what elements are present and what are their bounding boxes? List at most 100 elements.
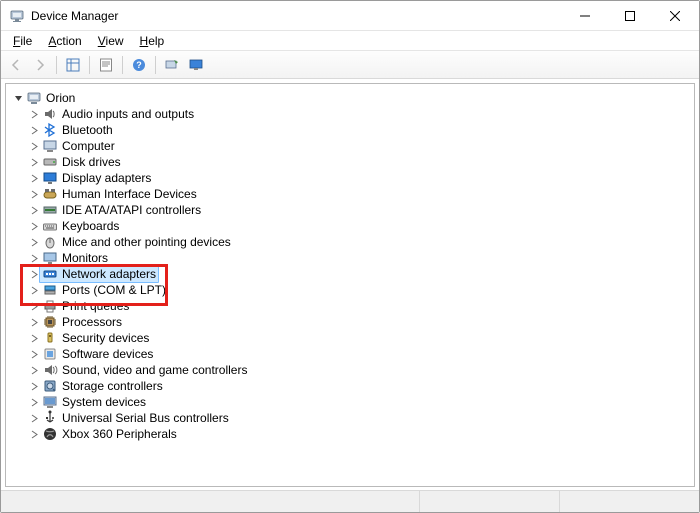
tree-item-label: Display adapters xyxy=(62,170,151,186)
toolbar-forward-button[interactable] xyxy=(29,54,51,76)
tree-item[interactable]: Bluetooth xyxy=(28,122,694,138)
toolbar-scan-button[interactable] xyxy=(161,54,183,76)
bluetooth-icon xyxy=(42,122,58,138)
hid-icon xyxy=(42,186,58,202)
disclosure-icon[interactable] xyxy=(12,92,24,104)
tree-item[interactable]: Audio inputs and outputs xyxy=(28,106,694,122)
tree-item[interactable]: Sound, video and game controllers xyxy=(28,362,694,378)
disk-icon xyxy=(42,154,58,170)
tree-item[interactable]: Computer xyxy=(28,138,694,154)
tree-item-labelwrap: Monitors xyxy=(42,250,108,266)
tree-item[interactable]: Security devices xyxy=(28,330,694,346)
usb-icon xyxy=(42,410,58,426)
keyboard-icon xyxy=(42,218,58,234)
toolbar-back-button[interactable] xyxy=(5,54,27,76)
tree-item-labelwrap: Ports (COM & LPT) xyxy=(42,282,166,298)
tree-children: Audio inputs and outputsBluetoothCompute… xyxy=(28,106,694,442)
tree-item-label: Processors xyxy=(62,314,122,330)
toolbar-separator xyxy=(155,56,156,74)
tree-item[interactable]: Network adapters xyxy=(28,266,694,282)
menu-view[interactable]: View xyxy=(90,32,132,50)
chevron-right-icon[interactable] xyxy=(28,412,40,424)
chevron-right-icon[interactable] xyxy=(28,220,40,232)
chevron-right-icon[interactable] xyxy=(28,252,40,264)
tree-item[interactable]: Monitors xyxy=(28,250,694,266)
tree-item[interactable]: Storage controllers xyxy=(28,378,694,394)
tree-item[interactable]: Keyboards xyxy=(28,218,694,234)
chevron-right-icon[interactable] xyxy=(28,332,40,344)
menu-help[interactable]: Help xyxy=(132,32,173,50)
chevron-right-icon[interactable] xyxy=(28,204,40,216)
tree-item[interactable]: Print queues xyxy=(28,298,694,314)
tree-root[interactable]: Orion xyxy=(12,90,694,106)
chevron-right-icon[interactable] xyxy=(28,300,40,312)
toolbar-properties-button[interactable] xyxy=(95,54,117,76)
tree-item[interactable]: Human Interface Devices xyxy=(28,186,694,202)
tree-item-labelwrap: Audio inputs and outputs xyxy=(42,106,194,122)
tree-item[interactable]: Disk drives xyxy=(28,154,694,170)
device-tree-pane[interactable]: Orion Audio inputs and outputsBluetoothC… xyxy=(5,83,695,487)
toolbar: ? xyxy=(1,51,699,79)
tree-item[interactable]: Universal Serial Bus controllers xyxy=(28,410,694,426)
tree-item[interactable]: Xbox 360 Peripherals xyxy=(28,426,694,442)
tree-item-label: Security devices xyxy=(62,330,149,346)
chevron-right-icon[interactable] xyxy=(28,380,40,392)
xbox-icon xyxy=(42,426,58,442)
close-button[interactable] xyxy=(652,1,697,31)
tree-item-labelwrap: IDE ATA/ATAPI controllers xyxy=(42,202,201,218)
chevron-right-icon[interactable] xyxy=(28,284,40,296)
chevron-right-icon[interactable] xyxy=(28,156,40,168)
tree-item-label: Audio inputs and outputs xyxy=(62,106,194,122)
tree-item-label: System devices xyxy=(62,394,146,410)
tree-item[interactable]: Ports (COM & LPT) xyxy=(28,282,694,298)
chevron-right-icon[interactable] xyxy=(28,172,40,184)
tree-item-labelwrap: Security devices xyxy=(42,330,149,346)
monitor-icon xyxy=(42,250,58,266)
tree-item-label: Bluetooth xyxy=(62,122,113,138)
tree-item-labelwrap: Bluetooth xyxy=(42,122,113,138)
chevron-right-icon[interactable] xyxy=(28,140,40,152)
tree-item[interactable]: System devices xyxy=(28,394,694,410)
tree-item-label: IDE ATA/ATAPI controllers xyxy=(62,202,201,218)
chevron-right-icon[interactable] xyxy=(28,428,40,440)
menu-file[interactable]: File xyxy=(5,32,40,50)
tree-item[interactable]: IDE ATA/ATAPI controllers xyxy=(28,202,694,218)
tree-item-label: Ports (COM & LPT) xyxy=(62,282,166,298)
chevron-right-icon[interactable] xyxy=(28,236,40,248)
device-manager-window: Device Manager File Action View Help xyxy=(0,0,700,513)
tree-item-labelwrap: Mice and other pointing devices xyxy=(42,234,231,250)
tree-item-label: Universal Serial Bus controllers xyxy=(62,410,229,426)
tree-item-label: Xbox 360 Peripherals xyxy=(62,426,177,442)
statusbar xyxy=(1,490,699,512)
menu-action[interactable]: Action xyxy=(40,32,89,50)
status-cell xyxy=(559,491,699,512)
tree-item[interactable]: Display adapters xyxy=(28,170,694,186)
maximize-button[interactable] xyxy=(607,1,652,31)
chevron-right-icon[interactable] xyxy=(28,124,40,136)
tree-item-label: Monitors xyxy=(62,250,108,266)
tree-item-label: Print queues xyxy=(62,298,129,314)
status-cell xyxy=(419,491,559,512)
ports-icon xyxy=(42,282,58,298)
toolbar-show-connection-button[interactable] xyxy=(62,54,84,76)
toolbar-separator xyxy=(56,56,57,74)
chevron-right-icon[interactable] xyxy=(28,108,40,120)
computer-icon xyxy=(42,138,58,154)
svg-text:?: ? xyxy=(136,60,142,70)
chevron-right-icon[interactable] xyxy=(28,348,40,360)
tree-item[interactable]: Mice and other pointing devices xyxy=(28,234,694,250)
chevron-right-icon[interactable] xyxy=(28,364,40,376)
chevron-right-icon[interactable] xyxy=(28,316,40,328)
tree-item-labelwrap: Network adapters xyxy=(39,265,159,283)
mouse-icon xyxy=(42,234,58,250)
minimize-button[interactable] xyxy=(562,1,607,31)
toolbar-help-button[interactable]: ? xyxy=(128,54,150,76)
tree-item[interactable]: Processors xyxy=(28,314,694,330)
chevron-right-icon[interactable] xyxy=(28,188,40,200)
toolbar-monitor-button[interactable] xyxy=(185,54,207,76)
tree-item[interactable]: Software devices xyxy=(28,346,694,362)
window-title: Device Manager xyxy=(31,9,118,23)
display-icon xyxy=(42,170,58,186)
chevron-right-icon[interactable] xyxy=(28,396,40,408)
device-tree: Orion Audio inputs and outputsBluetoothC… xyxy=(6,84,694,448)
